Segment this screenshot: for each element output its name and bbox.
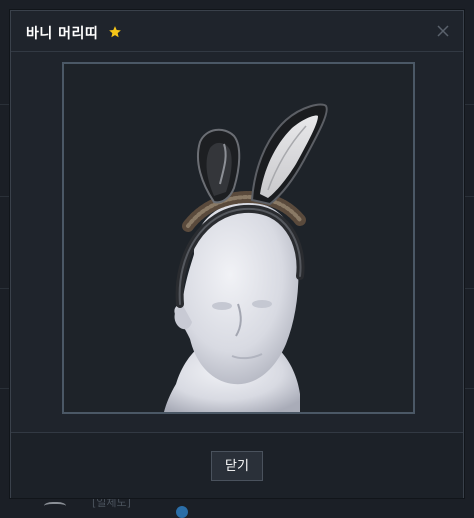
background-divider <box>0 196 10 197</box>
close-icon[interactable] <box>437 25 449 37</box>
close-button[interactable]: 닫기 <box>211 451 263 481</box>
modal-title: 바니 머리띠 <box>26 26 99 42</box>
background-dot-icon <box>176 506 188 518</box>
star-icon <box>109 26 121 38</box>
item-image <box>164 103 328 412</box>
item-preview-modal: 바니 머리띠 닫기 <box>10 10 464 498</box>
background-divider <box>0 288 10 289</box>
modal-footer: 닫기 <box>11 432 463 498</box>
item-image-frame <box>62 62 415 414</box>
background-divider <box>0 104 10 105</box>
modal-body <box>11 52 463 432</box>
background-divider <box>0 388 10 389</box>
modal-header: 바니 머리띠 <box>11 11 463 52</box>
background-shape <box>44 502 66 512</box>
